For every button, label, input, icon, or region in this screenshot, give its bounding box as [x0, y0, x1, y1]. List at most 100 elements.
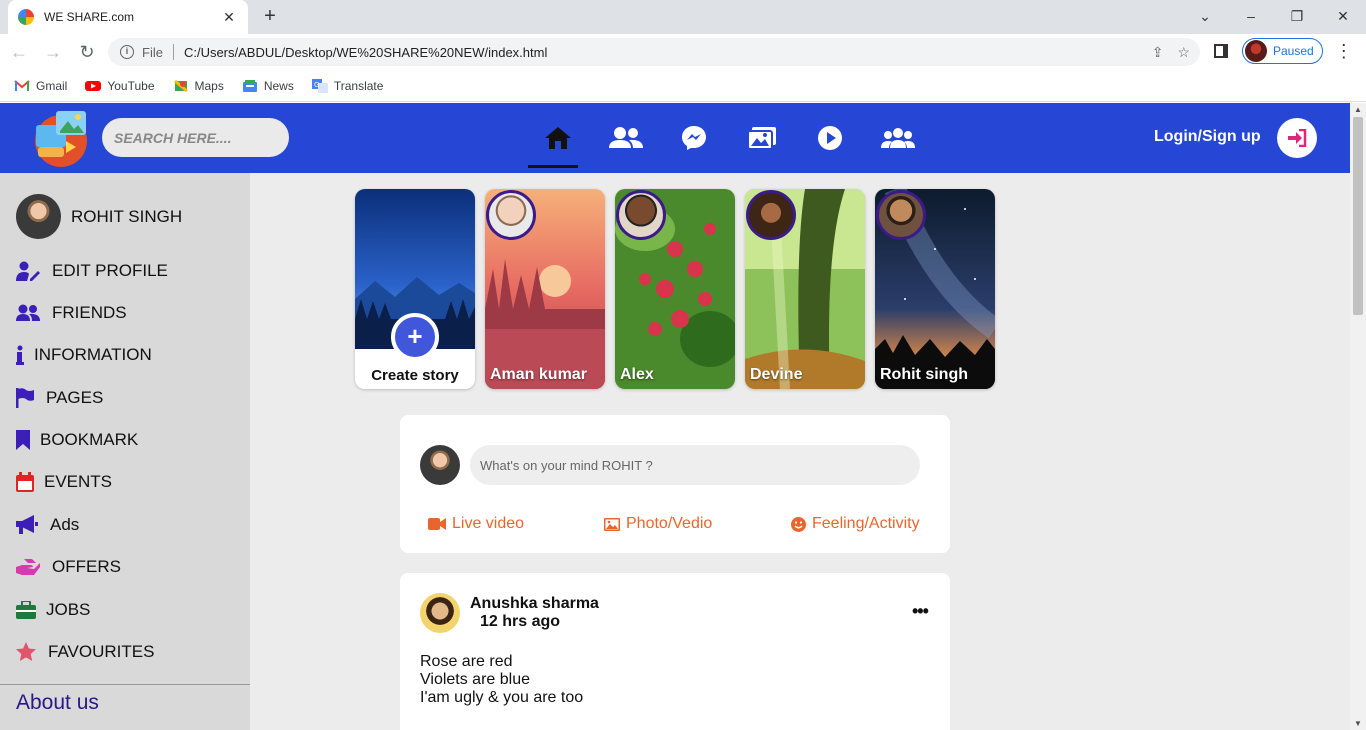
tab-search-icon[interactable]: ⌄	[1182, 0, 1228, 32]
profile-avatar	[1245, 40, 1267, 62]
share-icon[interactable]: ⇪	[1152, 44, 1164, 61]
sidebar-item-ads[interactable]: Ads	[16, 515, 79, 535]
side-panel-icon[interactable]	[1214, 44, 1228, 58]
story-avatar	[616, 190, 666, 240]
nav-friends[interactable]	[592, 103, 660, 173]
story-card[interactable]: Alex	[615, 189, 735, 389]
action-label: Live video	[452, 515, 525, 532]
profile-button[interactable]: Paused	[1242, 38, 1323, 64]
megaphone-icon	[16, 515, 38, 534]
url-text: C:/Users/ABDUL/Desktop/WE%20SHARE%20NEW/…	[183, 44, 548, 60]
live-video-button[interactable]: Live video	[428, 515, 524, 533]
site-info-icon[interactable]: i	[120, 45, 134, 59]
gmail-icon	[14, 79, 30, 91]
nav-photos[interactable]	[728, 103, 796, 173]
story-name: Rohit singh	[880, 366, 968, 383]
user-edit-icon	[16, 261, 40, 281]
sidebar-item-label: OFFERS	[52, 557, 121, 576]
svg-text:G: G	[314, 81, 319, 89]
info-icon	[16, 345, 24, 365]
bookmark-label: News	[263, 78, 294, 93]
bookmark-maps[interactable]: Maps	[173, 79, 224, 93]
nav-groups[interactable]	[864, 103, 932, 173]
close-window-icon[interactable]: ✕	[1320, 0, 1366, 32]
bookmark-news[interactable]: News	[242, 79, 294, 93]
story-create[interactable]: Create story +	[355, 189, 475, 389]
post-line: I'am ugly & you are too	[420, 689, 584, 706]
photos-icon	[747, 127, 776, 150]
scroll-down-icon[interactable]: ▼	[1354, 719, 1362, 728]
add-story-icon[interactable]: +	[391, 313, 439, 361]
messenger-icon	[682, 126, 706, 150]
sidebar-item-favourites[interactable]: FAVOURITES	[16, 642, 154, 662]
web-page: Login/Sign up ROHIT SINGH EDIT PROFILE F…	[0, 103, 1350, 730]
post-author[interactable]: Anushka sharma	[470, 595, 599, 613]
avatar	[420, 445, 460, 485]
scroll-thumb[interactable]	[1353, 117, 1363, 315]
address-separator	[172, 44, 174, 60]
bookmark-label: Gmail	[36, 78, 68, 93]
reload-icon[interactable]: ↻	[72, 37, 102, 67]
bookmark-youtube[interactable]: YouTube	[85, 79, 155, 93]
friends-icon	[16, 304, 40, 321]
post-line: Violets are blue	[420, 671, 530, 688]
sidebar-item-pages[interactable]: PAGES	[16, 388, 103, 408]
video-play-icon	[818, 126, 842, 150]
translate-icon: G	[311, 78, 328, 93]
search-input[interactable]	[102, 118, 289, 157]
login-button[interactable]	[1277, 118, 1317, 158]
page-scrollbar[interactable]: ▲ ▼	[1350, 103, 1366, 730]
nav-messenger[interactable]	[660, 103, 728, 173]
browser-menu-icon[interactable]: ⋮	[1335, 41, 1353, 62]
sidebar-item-bookmark[interactable]: BOOKMARK	[16, 430, 138, 450]
restore-icon[interactable]: ❐	[1274, 0, 1320, 32]
action-label: Photo/Vedio	[626, 515, 713, 532]
status-input[interactable]	[470, 445, 920, 485]
story-card[interactable]: Aman kumar	[485, 189, 605, 389]
new-tab-button[interactable]: +	[258, 4, 282, 28]
back-icon[interactable]: ←	[4, 37, 34, 67]
story-card[interactable]: Devine	[745, 189, 865, 389]
action-label: Feeling/Activity	[812, 515, 920, 532]
close-tab-icon[interactable]: ✕	[220, 9, 238, 26]
calendar-icon	[16, 472, 34, 492]
scroll-up-icon[interactable]: ▲	[1354, 105, 1362, 114]
sidebar-item-information[interactable]: INFORMATION	[16, 345, 152, 365]
post-body: Rose are red Violets are blue I'am ugly …	[420, 653, 583, 707]
bookmark-translate[interactable]: G Translate	[311, 78, 383, 93]
maps-icon	[173, 79, 188, 92]
smile-icon	[791, 516, 806, 532]
nav-video[interactable]	[796, 103, 864, 173]
sidebar-item-offers[interactable]: OFFERS	[16, 557, 121, 577]
briefcase-icon	[16, 601, 36, 619]
sidebar-item-friends[interactable]: FRIENDS	[16, 303, 127, 323]
sidebar-item-edit-profile[interactable]: EDIT PROFILE	[16, 261, 168, 281]
address-bar[interactable]: i File C:/Users/ABDUL/Desktop/WE%20SHARE…	[108, 38, 1200, 66]
sidebar-item-jobs[interactable]: JOBS	[16, 600, 90, 620]
avatar[interactable]	[420, 593, 460, 633]
bookmark-gmail[interactable]: Gmail	[14, 79, 67, 93]
sidebar-item-label: INFORMATION	[34, 345, 152, 364]
login-signup-link[interactable]: Login/Sign up	[1154, 128, 1261, 146]
photo-video-button[interactable]: Photo/Vedio	[604, 515, 712, 533]
feeling-activity-button[interactable]: Feeling/Activity	[791, 515, 920, 533]
news-icon	[242, 79, 257, 92]
story-avatar	[876, 190, 926, 240]
forward-icon[interactable]: →	[38, 37, 68, 67]
nav-home[interactable]	[524, 103, 592, 173]
browser-tab-strip: WE SHARE.com ✕ + ⌄ – ❐ ✕	[0, 0, 1366, 34]
left-sidebar: ROHIT SINGH EDIT PROFILE FRIENDS INFORMA…	[0, 173, 250, 730]
bookmark-star-icon[interactable]: ☆	[1177, 44, 1190, 61]
minimize-icon[interactable]: –	[1228, 0, 1274, 32]
bookmark-label: Maps	[194, 78, 224, 93]
story-name: Aman kumar	[490, 366, 587, 383]
story-avatar	[746, 190, 796, 240]
star-icon	[16, 642, 36, 661]
story-card[interactable]: Rohit singh	[875, 189, 995, 389]
sidebar-profile[interactable]: ROHIT SINGH	[16, 194, 182, 239]
sidebar-divider	[0, 684, 250, 685]
post-options-icon[interactable]: •••	[912, 601, 929, 622]
sidebar-item-events[interactable]: EVENTS	[16, 472, 112, 492]
browser-tab[interactable]: WE SHARE.com ✕	[8, 0, 248, 34]
about-us-link[interactable]: About us	[16, 691, 99, 715]
